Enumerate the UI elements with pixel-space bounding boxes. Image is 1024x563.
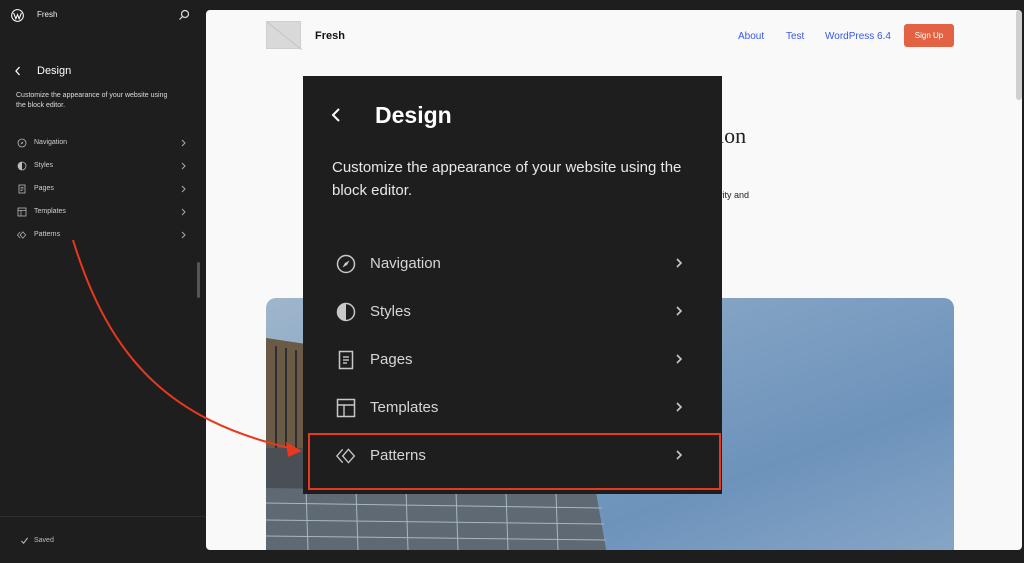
chevron-right-icon [181, 185, 186, 193]
chevron-right-icon [181, 231, 186, 239]
patterns-highlight-box [308, 433, 721, 490]
callout-title: Design [375, 102, 452, 128]
search-icon[interactable] [178, 9, 190, 21]
nav-link-test[interactable]: Test [786, 31, 804, 42]
back-chevron-icon [331, 108, 340, 122]
back-chevron-icon[interactable] [13, 65, 23, 77]
chevron-right-icon [181, 139, 186, 147]
sidebar-item-styles[interactable]: Styles [0, 155, 206, 178]
sidebar-item-label: Templates [34, 208, 66, 215]
canvas-scrollbar[interactable] [1016, 10, 1022, 100]
sidebar-item-label: Styles [34, 162, 54, 169]
chevron-right-icon [676, 258, 683, 268]
sidebar-description: Customize the appearance of your website… [16, 92, 168, 109]
save-status: Saved [34, 537, 54, 544]
nav-link-about[interactable]: About [738, 31, 764, 42]
sidebar-menu: Navigation Styles Pages Templates Patter… [0, 132, 206, 247]
compass-icon [17, 138, 27, 148]
screen: Fresh Design Customize the appearance of… [0, 0, 1024, 563]
preview-site-title[interactable]: Fresh [315, 30, 345, 42]
signup-button[interactable]: Sign Up [904, 24, 954, 47]
sidebar-title: Design [37, 65, 72, 77]
chevron-right-icon [676, 354, 683, 364]
callout-description: Customize the appearance of your website… [332, 159, 682, 199]
chevron-right-icon [181, 208, 186, 216]
wordpress-logo-icon[interactable] [11, 9, 24, 22]
half-circle-icon [336, 302, 356, 322]
sidebar-item-templates[interactable]: Templates [0, 201, 206, 224]
diamonds-icon [17, 231, 27, 239]
chevron-right-icon [181, 162, 186, 170]
layout-icon [336, 398, 356, 418]
compass-icon [336, 254, 356, 274]
page-icon [338, 350, 354, 370]
nav-link-wordpress[interactable]: WordPress 6.4 [825, 31, 891, 42]
layout-icon [17, 207, 27, 217]
chevron-right-icon [676, 306, 683, 316]
callout-item-styles: Styles [303, 288, 722, 336]
chevron-right-icon [676, 402, 683, 412]
sidebar-item-pages[interactable]: Pages [0, 178, 206, 201]
callout-item-label: Navigation [370, 255, 441, 272]
site-logo-placeholder[interactable] [266, 21, 303, 51]
half-circle-icon [17, 161, 27, 171]
sidebar-item-label: Patterns [34, 231, 61, 238]
callout-item-templates: Templates [303, 384, 722, 432]
preview-heading-fragment: ion [718, 123, 747, 148]
callout-item-pages: Pages [303, 336, 722, 384]
callout-item-navigation: Navigation [303, 240, 722, 288]
callout-item-label: Pages [370, 351, 413, 368]
sidebar-item-patterns[interactable]: Patterns [0, 224, 206, 247]
sidebar-header: Fresh [0, 0, 206, 32]
preview-text-fragment: vity and [718, 190, 750, 200]
checkmark-icon [20, 537, 29, 545]
sidebar-item-label: Navigation [34, 139, 68, 146]
page-icon [18, 184, 26, 194]
callout-item-label: Styles [370, 303, 411, 320]
sidebar-footer: Saved [0, 516, 206, 563]
zoomed-sidebar-callout: Design Customize the appearance of your … [303, 76, 722, 494]
sidebar-item-navigation[interactable]: Navigation [0, 132, 206, 155]
site-name[interactable]: Fresh [37, 10, 57, 19]
sidebar-scrollbar[interactable] [197, 262, 200, 298]
callout-item-label: Templates [370, 399, 439, 416]
sidebar-item-label: Pages [34, 185, 54, 192]
editor-sidebar: Fresh Design Customize the appearance of… [0, 0, 206, 563]
